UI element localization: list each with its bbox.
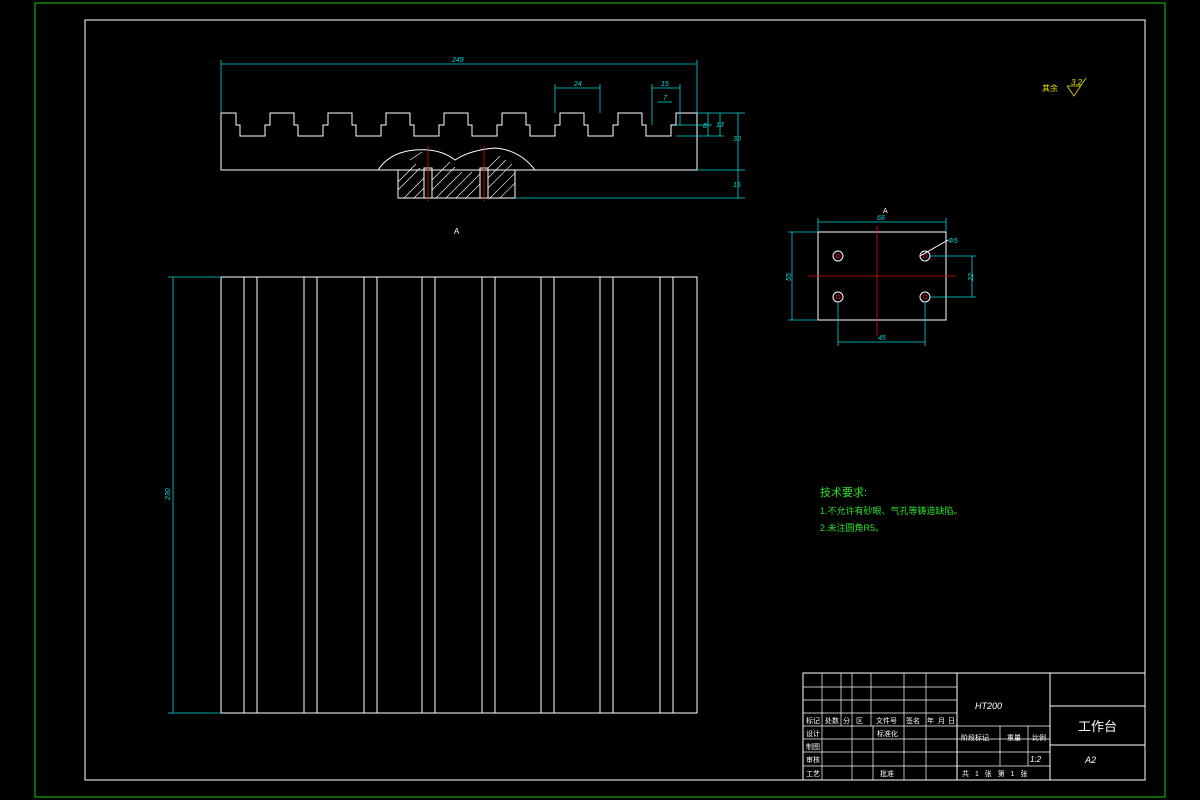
section-dimensions: 249 24 15 7 8 13 30 15 [220,57,745,199]
header-month: 月 [938,717,945,725]
header-signature: 签名 [906,716,920,725]
dim-overall-length: 249 [451,57,464,64]
surface-finish-label: 其余 [1042,83,1058,93]
section-view [220,112,698,202]
dim-slot-top-width: 15 [661,81,669,88]
detail-dimensions: 68 A 55 45 22 Φ5 [786,208,976,346]
stage-mark-label: 阶段标记 [961,733,989,742]
drawing-canvas: 249 24 15 7 8 13 30 15 A 230 68 A 55 45 … [34,2,1166,798]
header-zone: 区 [856,717,863,725]
drawing-number: A2 [1084,755,1096,765]
dim-slot-neck-width: 7 [663,95,668,102]
scale-label: 比例 [1032,733,1046,742]
tech-req-title: 技术要求: [820,486,867,499]
plan-dimensions: 230 [165,276,221,714]
row-process: 工艺 [806,770,820,778]
row-draw: 制图 [806,742,820,751]
dim-detail-width: 68 [877,215,885,222]
plan-view [220,276,698,714]
dim-hole-spacing-y: 22 [968,273,975,282]
tech-req-item-1: 1.不允许有砂眼、气孔等铸造缺陷。 [820,505,963,516]
detail-label: A [883,208,888,215]
section-outline [220,112,698,171]
approve-label: 批准 [880,769,894,778]
dim-slot-pitch: 24 [573,81,582,88]
header-mark: 标记 [806,716,820,725]
weight-label: 重量 [1007,734,1021,742]
header-day: 日 [948,717,955,725]
part-name: 工作台 [1078,719,1117,734]
dim-plan-length: 230 [165,488,172,501]
dim-thickness: 30 [733,136,741,143]
row-check: 审核 [806,755,820,764]
dim-hole-dia: Φ5 [948,238,958,245]
dim-detail-height: 55 [786,273,793,281]
material: HT200 [975,701,1002,711]
dim-base-height: 15 [733,182,741,189]
header-year: 年 [927,716,934,725]
surface-finish: 其余 3.2 [1042,77,1087,97]
detail-view [808,226,956,336]
section-label: A [454,227,460,236]
header-file-no: 文件号 [876,716,897,725]
tech-requirements: 技术要求: 1.不允许有砂眼、气孔等铸造缺陷。 2.未注圆角R5。 [820,486,963,533]
dim-hole-spacing-x: 45 [878,335,886,342]
surface-finish-value: 3.2 [1071,78,1083,87]
title-block: 标记 处数 分 区 文件号 签名 年 月 日 设计 制图 审核 工艺 标准化 批… [802,672,1146,781]
row-design: 设计 [806,729,820,738]
dim-slot-1: 8 [703,123,707,130]
header-part: 分 [843,716,850,725]
standardize-label: 标准化 [877,729,898,738]
header-count: 处数 [825,716,839,725]
sheets-text: 共 1 张 第 1 张 [962,769,1028,778]
dim-slot-2: 13 [716,122,724,129]
section-boss [377,147,537,199]
tech-req-item-2: 2.未注圆角R5。 [820,522,884,533]
scale-value: 1:2 [1030,755,1042,764]
